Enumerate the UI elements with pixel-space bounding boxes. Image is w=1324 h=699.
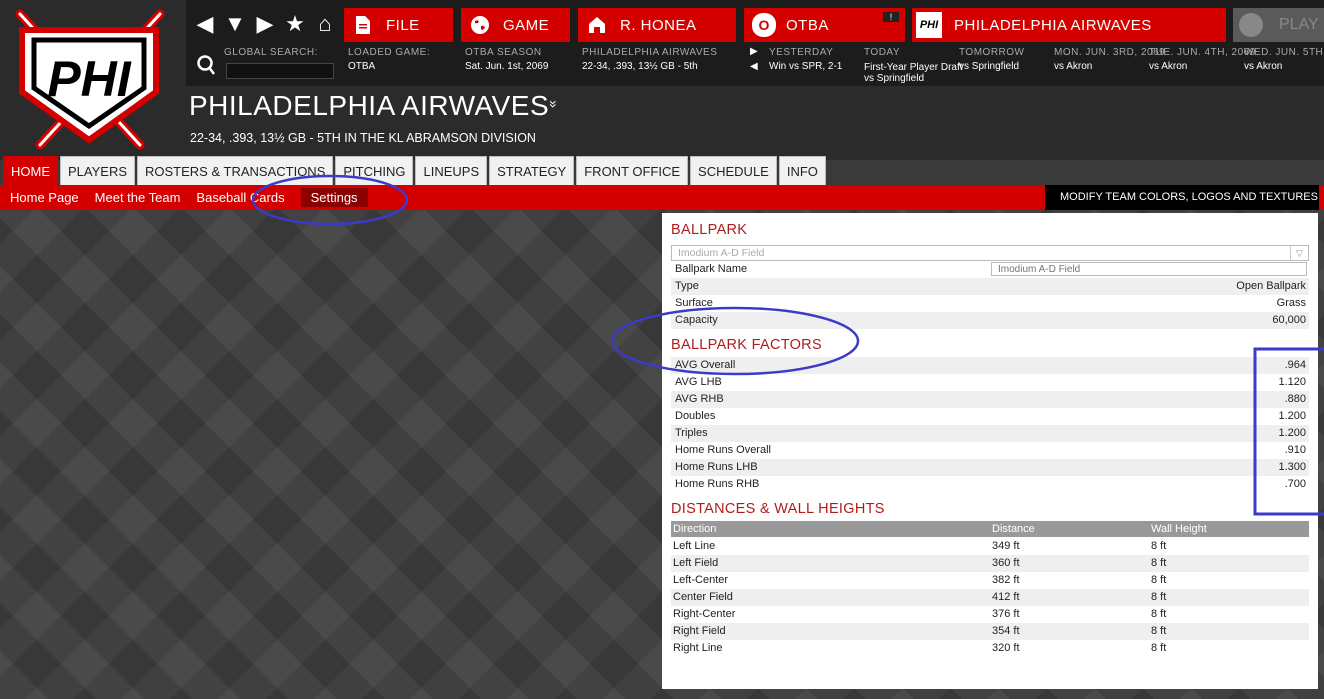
ballpark-type-row: Type Open Ballpark (671, 278, 1309, 295)
tab-lineups[interactable]: LINEUPS (415, 156, 488, 186)
league-menu-label: OTBA (786, 16, 829, 34)
manager-menu-button[interactable]: R. HONEA (578, 8, 736, 42)
subnav: Home Page Meet the Team Baseball Cards S… (10, 185, 368, 210)
home-icon (586, 14, 608, 36)
expand-icon[interactable]: » (546, 100, 562, 108)
factor-row: Home Runs Overall .910 (675, 444, 1306, 456)
main-tabs: HOME PLAYERS ROSTERS & TRANSACTIONS PITC… (3, 156, 826, 186)
day4-info[interactable]: TUE. JUN. 4TH, 2069 vs Akron (1149, 46, 1256, 74)
table-row: Right Line 320 ft 8 ft (673, 642, 1167, 654)
league-menu-button[interactable]: O OTBA ! (744, 8, 905, 42)
table-row: Left-Center 382 ft 8 ft (673, 574, 1167, 586)
today-info[interactable]: TODAY First-Year Player Draft vs Springfie… (864, 46, 963, 84)
dropdown-icon[interactable]: ▼ (222, 10, 248, 38)
tab-rosters[interactable]: ROSTERS & TRANSACTIONS (137, 156, 334, 186)
tab-home[interactable]: HOME (3, 156, 58, 186)
schedule-back-icon[interactable]: ◀ (750, 61, 758, 72)
search-icon[interactable] (196, 54, 216, 76)
factor-row: AVG LHB 1.120 (675, 376, 1306, 388)
ballpark-capacity-row: Capacity 60,000 (671, 312, 1309, 329)
team-record-info: PHILADELPHIA AIRWAVES 22-34, .393, 13½ GB… (582, 47, 718, 72)
factor-row: Triples 1.200 (671, 425, 1309, 442)
tab-schedule[interactable]: SCHEDULE (690, 156, 777, 186)
tab-strategy[interactable]: STRATEGY (489, 156, 575, 186)
yesterday-info[interactable]: YESTERDAY Win vs SPR, 2-1 (769, 46, 842, 74)
team-menu-button[interactable]: PHI PHILADELPHIA AIRWAVES (912, 8, 1226, 42)
team-logo-icon: PHI (914, 10, 944, 40)
table-row: Left Field 360 ft 8 ft (671, 555, 1309, 572)
logo-text: PHI (47, 51, 131, 107)
nav-icons: ◀ ▼ ▶ ★ ⌂ (192, 10, 338, 38)
file-menu-button[interactable]: FILE (344, 8, 453, 42)
tab-pitching[interactable]: PITCHING (335, 156, 414, 186)
tomorrow-info[interactable]: TOMORROW vs Springfield (959, 46, 1024, 74)
subnav-settings[interactable]: Settings (300, 188, 368, 207)
tab-info[interactable]: INFO (778, 156, 826, 186)
tab-front-office[interactable]: FRONT OFFICE (576, 156, 689, 186)
subnav-home-page[interactable]: Home Page (10, 190, 79, 205)
team-menu-label: PHILADELPHIA AIRWAVES (954, 16, 1152, 34)
season-info: OTBA SEASON Sat. Jun. 1st, 2069 (465, 47, 549, 72)
home-icon[interactable]: ⌂ (312, 10, 338, 38)
distances-table-header: Direction Distance Wall Height (671, 521, 1309, 537)
game-menu-button[interactable]: GAME (461, 8, 570, 42)
file-menu-label: FILE (386, 16, 420, 34)
subnav-meet-the-team[interactable]: Meet the Team (95, 190, 181, 205)
factor-row: AVG RHB .880 (671, 391, 1309, 408)
distances-heading: DISTANCES & WALL HEIGHTS (671, 501, 885, 517)
play-label: PLAY (1279, 16, 1319, 33)
global-search-label: GLOBAL SEARCH: (224, 47, 318, 58)
chevron-down-icon: ▽ (1290, 246, 1308, 260)
factor-row: Doubles 1.200 (675, 410, 1306, 422)
factor-row: Home Runs RHB .700 (675, 478, 1306, 490)
ballpark-factors-heading: BALLPARK FACTORS (671, 337, 822, 353)
document-icon (352, 14, 374, 36)
factor-row: Home Runs LHB 1.300 (671, 459, 1309, 476)
table-row: Left Line 349 ft 8 ft (673, 540, 1167, 552)
team-logo[interactable]: PHI (0, 0, 180, 155)
modify-team-colors-button[interactable]: MODIFY TEAM COLORS, LOGOS AND TEXTURES (1045, 185, 1319, 210)
league-logo-icon: O (752, 13, 776, 37)
ballpark-select[interactable]: Imodium A-D Field ▽ (671, 245, 1309, 261)
team-subtitle: 22-34, .393, 13½ GB - 5TH IN THE KL ABRA… (190, 131, 536, 145)
day5-info[interactable]: WED. JUN. 5TH, vs Akron (1244, 46, 1324, 74)
tab-players[interactable]: PLAYERS (60, 156, 136, 186)
factor-row: AVG Overall .964 (671, 357, 1309, 374)
table-row: Right Field 354 ft 8 ft (671, 623, 1309, 640)
ballpark-surface-row: Surface Grass (675, 297, 1306, 309)
star-icon[interactable]: ★ (282, 10, 308, 38)
forward-icon[interactable]: ▶ (252, 10, 278, 38)
loaded-game-info: LOADED GAME: OTBA (348, 47, 431, 72)
page-title: PHILADELPHIA AIRWAVES (189, 90, 550, 121)
table-row: Right-Center 376 ft 8 ft (673, 608, 1167, 620)
alert-badge: ! (883, 12, 899, 22)
ballpark-heading: BALLPARK (671, 222, 748, 238)
settings-panel: BALLPARK Imodium A-D Field ▽ Ballpark Na… (662, 213, 1318, 689)
table-row: Center Field 412 ft 8 ft (671, 589, 1309, 606)
global-search-input[interactable] (226, 63, 334, 79)
globe-icon (469, 14, 491, 36)
game-menu-label: GAME (503, 16, 550, 34)
back-icon[interactable]: ◀ (192, 10, 218, 38)
schedule-forward-icon[interactable]: ▶ (750, 46, 758, 57)
baseball-icon (1239, 13, 1263, 37)
subnav-baseball-cards[interactable]: Baseball Cards (196, 190, 284, 205)
manager-menu-label: R. HONEA (620, 16, 697, 34)
play-button[interactable]: PLAY (1233, 8, 1324, 42)
ballpark-name-input[interactable] (991, 262, 1307, 276)
